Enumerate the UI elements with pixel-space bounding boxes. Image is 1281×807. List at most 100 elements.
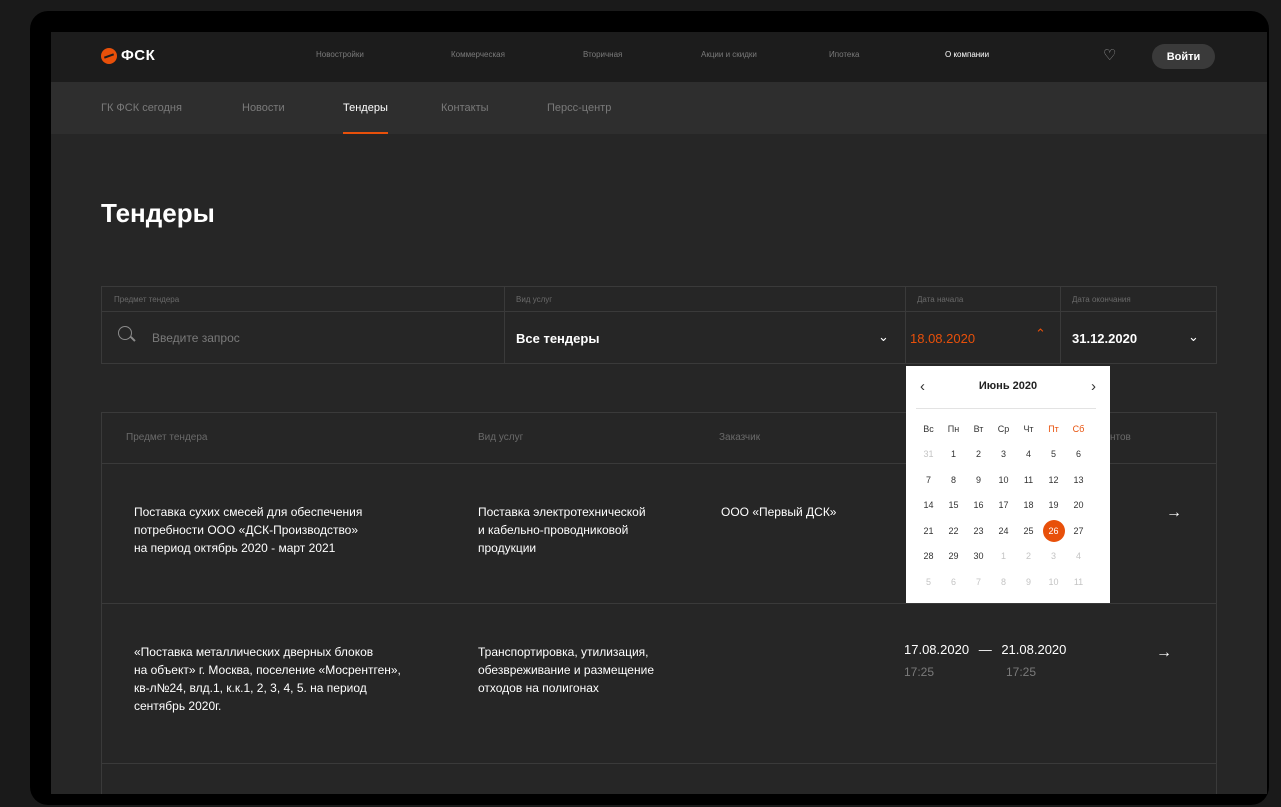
calendar-day[interactable]: 8 [941,467,966,493]
calendar-day[interactable]: 21 [916,518,941,544]
top-navigation: ФСК Новостройки Коммерческая Вторичная А… [51,32,1267,82]
calendar-day[interactable]: 5 [1041,442,1066,468]
calendar-day[interactable]: 16 [966,493,991,519]
calendar-header: ‹ Июнь 2020 › [906,378,1110,398]
date-dash: — [978,642,992,657]
subnav-item-press[interactable]: Персс-центр [547,102,611,114]
calendar-day[interactable]: 29 [941,544,966,570]
calendar-day[interactable]: 4 [1066,544,1091,570]
subnav-item-news[interactable]: Новости [242,102,285,114]
calendar-day[interactable]: 23 [966,518,991,544]
divider [102,311,504,312]
calendar-day-selected[interactable]: 26 [1042,519,1065,542]
calendar-day[interactable]: 5 [916,569,941,595]
divider [1060,311,1216,312]
calendar-weekday: Чт [1023,423,1034,434]
chevron-down-icon[interactable]: ⌄ [1188,329,1199,345]
calendar-day[interactable]: 10 [1041,569,1066,595]
calendar-day[interactable]: 20 [1066,493,1091,519]
row-date-range: 17.08.2020 — 21.08.2020 [904,641,1066,659]
search-input[interactable]: Введите запрос [152,331,240,345]
calendar-day[interactable]: 6 [1066,442,1091,468]
divider [504,311,905,312]
filter-end-date[interactable]: Дата окончания 31.12.2020 ⌄ [1060,287,1216,363]
calendar-day[interactable]: 22 [941,518,966,544]
calendar-day[interactable]: 15 [941,493,966,519]
filter-service[interactable]: Вид услуг Все тендеры ⌄ [504,287,906,363]
calendar-day[interactable]: 4 [1016,442,1041,468]
calendar-day[interactable]: 13 [1066,467,1091,493]
calendar-day[interactable]: 30 [966,544,991,570]
calendar-day[interactable]: 18 [1016,493,1041,519]
row-service: Поставка электротехнической и кабельно-п… [478,505,646,555]
calendar-day[interactable]: 31 [916,442,941,468]
top-menu-secondary[interactable]: Вторичная [583,50,622,59]
calendar-weekday: Пт [1048,423,1059,434]
calendar-day[interactable]: 11 [1016,467,1041,493]
calendar-day[interactable]: 2 [966,442,991,468]
top-menu-promotions[interactable]: Акции и скидки [701,50,757,59]
service-select-value[interactable]: Все тендеры [516,331,599,346]
header-customer: Заказчик [719,432,761,443]
arrow-right-icon[interactable]: → [1166,504,1182,522]
row-subject: «Поставка металлических дверных блоков н… [134,645,401,713]
subnav-item-contacts[interactable]: Контакты [441,102,489,114]
divider [905,311,1060,312]
chevron-down-icon[interactable]: ⌄ [878,329,889,345]
filter-subject: Предмет тендера Введите запрос [102,287,505,363]
calendar-day[interactable]: 2 [1016,544,1041,570]
start-date-value[interactable]: 18.08.2020 [910,331,975,346]
screen: ФСК Новостройки Коммерческая Вторичная А… [51,32,1267,794]
calendar-day[interactable]: 1 [991,544,1016,570]
top-menu-novostroyki[interactable]: Новостройки [316,50,364,59]
calendar-day[interactable]: 17 [991,493,1016,519]
row-customer: ООО «Первый ДСК» [721,505,837,519]
calendar-day[interactable]: 8 [991,569,1016,595]
row-subject: Поставка сухих смесей для обеспечения по… [134,505,363,555]
calendar-day[interactable]: 7 [916,467,941,493]
calendar-weekday: Сб [1072,423,1085,434]
calendar-day[interactable]: 19 [1041,493,1066,519]
calendar-day[interactable]: 25 [1016,518,1041,544]
time-from: 17:25 [904,665,935,679]
calendar-day[interactable]: 6 [941,569,966,595]
calendar-day[interactable]: 14 [916,493,941,519]
calendar-day[interactable]: 7 [966,569,991,595]
login-button[interactable]: Войти [1152,44,1215,69]
calendar-day[interactable]: 10 [991,467,1016,493]
header-documents: нтов [1110,432,1131,443]
chevron-up-icon[interactable]: ⌃ [1035,326,1046,342]
filter-subject-label: Предмет тендера [114,295,180,304]
calendar-day[interactable]: 24 [991,518,1016,544]
calendar-day[interactable]: 27 [1066,518,1091,544]
chevron-right-icon[interactable]: › [1091,378,1096,395]
filter-start-date[interactable]: Дата начала 18.08.2020 ⌃ [905,287,1061,363]
calendar-day[interactable]: 11 [1066,569,1091,595]
calendar-day[interactable]: 9 [966,467,991,493]
table-row[interactable]: «Поставка металлических дверных блоков н… [102,603,1216,764]
arrow-right-icon[interactable]: → [1156,644,1172,662]
subnav-item-today[interactable]: ГК ФСК сегодня [101,102,182,114]
top-menu-mortgage[interactable]: Ипотека [829,50,860,59]
calendar-day[interactable]: 28 [916,544,941,570]
logo[interactable]: ФСК [101,47,155,64]
calendar-weekday: Пн [947,423,960,434]
sub-navigation: ГК ФСК сегодня Новости Тендеры Контакты … [51,82,1267,134]
calendar-grid: Вс Пн Вт Ср Чт Пт Сб 31 1 2 3 4 5 6 7 8 9 10 11 12 13 14 15 16 1… [916,416,1090,595]
date-to: 21.08.2020 [1001,642,1067,657]
divider [916,408,1096,409]
subnav-item-tenders[interactable]: Тендеры [343,102,388,134]
logo-text: ФСК [121,47,156,64]
calendar-day[interactable]: 9 [1016,569,1041,595]
calendar-weekday: Вс [923,423,934,434]
calendar-day[interactable]: 3 [991,442,1016,468]
page-title: Тендеры [101,198,215,228]
calendar-day[interactable]: 12 [1041,467,1066,493]
top-menu-about[interactable]: О компании [945,50,989,59]
favorites-heart-icon[interactable]: ♡ [1103,46,1116,64]
end-date-value[interactable]: 31.12.2020 [1072,331,1137,346]
calendar-day[interactable]: 1 [941,442,966,468]
calendar-weekday: Вт [973,423,984,434]
top-menu-commercial[interactable]: Коммерческая [451,50,505,59]
calendar-day[interactable]: 3 [1041,544,1066,570]
